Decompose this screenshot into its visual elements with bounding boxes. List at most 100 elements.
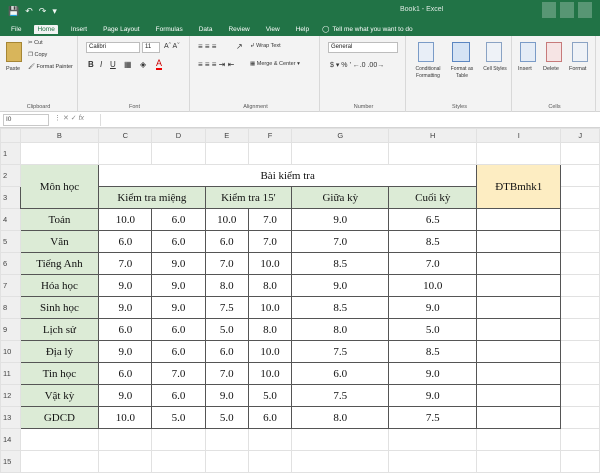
cell[interactable] — [560, 186, 600, 209]
row-header-15[interactable]: 15 — [0, 450, 21, 473]
cell[interactable] — [247, 142, 293, 165]
cell-styles-icon[interactable] — [486, 42, 502, 62]
col-header-e[interactable]: E — [204, 128, 249, 143]
merge-center-button[interactable]: ▦ Merge & Center ▾ — [250, 61, 300, 67]
copy-button[interactable]: ❐ Copy — [28, 52, 47, 58]
name-box[interactable]: I0 — [3, 114, 49, 126]
format-painter-button[interactable]: 🖌 Format Painter — [28, 64, 73, 70]
tab-page-layout[interactable]: Page Layout — [100, 25, 143, 34]
cell[interactable] — [560, 340, 600, 363]
avg-cell[interactable] — [476, 384, 562, 407]
avg-cell[interactable] — [476, 362, 562, 385]
score-cell[interactable]: 5.0 — [204, 406, 249, 429]
avg-cell[interactable] — [476, 296, 562, 319]
col-header-c[interactable]: C — [98, 128, 153, 143]
score-cell[interactable]: 10.0 — [247, 340, 293, 363]
col-header-j[interactable]: J — [560, 128, 600, 143]
score-cell[interactable]: 8.0 — [291, 318, 390, 341]
header-test-cell[interactable]: Bài kiểm tra — [98, 164, 478, 187]
font-size-select[interactable]: 11 — [142, 42, 160, 53]
score-cell[interactable]: 6.0 — [151, 384, 206, 407]
score-cell[interactable]: 6.0 — [204, 340, 249, 363]
tab-help[interactable]: Help — [293, 25, 312, 34]
customize-icon[interactable]: ▾ — [52, 6, 57, 17]
score-cell[interactable]: 10.0 — [388, 274, 478, 297]
score-cell[interactable]: 6.5 — [388, 208, 478, 231]
cell[interactable] — [476, 142, 562, 165]
cell[interactable] — [291, 142, 390, 165]
undo-icon[interactable]: ↶ — [25, 6, 33, 17]
ribbon-display-icon[interactable] — [542, 2, 556, 18]
row-header-1[interactable]: 1 — [0, 142, 21, 165]
header-mid-cell[interactable]: Giữa kỳ — [291, 186, 390, 209]
score-cell[interactable]: 7.0 — [151, 362, 206, 385]
avg-cell[interactable] — [476, 274, 562, 297]
cell[interactable] — [151, 142, 206, 165]
cell[interactable] — [476, 450, 562, 473]
subject-cell[interactable]: Tin học — [19, 362, 100, 385]
subject-cell[interactable]: Văn — [19, 230, 100, 253]
minimize-icon[interactable] — [560, 2, 574, 18]
header-final-cell[interactable]: Cuối kỳ — [388, 186, 478, 209]
cell[interactable] — [19, 450, 100, 473]
fill-color-icon[interactable]: ◈ — [140, 60, 146, 69]
score-cell[interactable]: 8.0 — [291, 406, 390, 429]
cell[interactable] — [98, 450, 153, 473]
cell[interactable] — [388, 428, 478, 451]
row-header-3[interactable]: 3 — [0, 186, 21, 209]
cell[interactable] — [204, 142, 249, 165]
score-cell[interactable]: 7.0 — [388, 252, 478, 275]
score-cell[interactable]: 9.0 — [98, 340, 153, 363]
orientation-icon[interactable]: ↗ — [236, 42, 243, 51]
formula-input[interactable] — [100, 114, 596, 126]
score-cell[interactable]: 9.0 — [204, 384, 249, 407]
italic-icon[interactable]: I — [100, 60, 102, 69]
score-cell[interactable]: 6.0 — [204, 230, 249, 253]
score-cell[interactable]: 8.5 — [388, 230, 478, 253]
avg-cell[interactable] — [476, 318, 562, 341]
subject-cell[interactable]: Hóa học — [19, 274, 100, 297]
score-cell[interactable]: 7.5 — [388, 406, 478, 429]
tab-data[interactable]: Data — [196, 25, 216, 34]
score-cell[interactable]: 6.0 — [291, 362, 390, 385]
row-header[interactable]: 5 — [0, 230, 21, 253]
subject-cell[interactable]: Toán — [19, 208, 100, 231]
paste-icon[interactable] — [6, 42, 22, 62]
cell[interactable] — [560, 384, 600, 407]
score-cell[interactable]: 10.0 — [247, 296, 293, 319]
cell[interactable] — [476, 428, 562, 451]
score-cell[interactable]: 9.0 — [388, 362, 478, 385]
score-cell[interactable]: 8.5 — [388, 340, 478, 363]
score-cell[interactable]: 7.5 — [204, 296, 249, 319]
row-header[interactable]: 4 — [0, 208, 21, 231]
insert-button[interactable]: Insert — [518, 66, 532, 72]
score-cell[interactable]: 5.0 — [204, 318, 249, 341]
score-cell[interactable]: 7.5 — [291, 384, 390, 407]
cell[interactable] — [560, 428, 600, 451]
header-15-cell[interactable]: Kiểm tra 15' — [204, 186, 293, 209]
cell[interactable] — [98, 428, 153, 451]
cell[interactable] — [291, 428, 390, 451]
tab-insert[interactable]: Insert — [68, 25, 90, 34]
tab-file[interactable]: File — [8, 25, 24, 34]
col-header-d[interactable]: D — [151, 128, 206, 143]
cut-button[interactable]: ✂ Cut — [28, 40, 43, 46]
score-cell[interactable]: 9.0 — [98, 296, 153, 319]
cell[interactable] — [560, 296, 600, 319]
avg-cell[interactable] — [476, 406, 562, 429]
tell-me-search[interactable]: ◯ Tell me what you want to do — [322, 25, 413, 34]
col-header-h[interactable]: H — [388, 128, 478, 143]
bold-icon[interactable]: B — [88, 60, 94, 69]
row-header[interactable]: 12 — [0, 384, 21, 407]
avg-cell[interactable] — [476, 340, 562, 363]
paste-button[interactable]: Paste — [6, 66, 20, 72]
score-cell[interactable]: 6.0 — [98, 230, 153, 253]
cell[interactable] — [204, 428, 249, 451]
score-cell[interactable]: 8.5 — [291, 296, 390, 319]
row-header-2[interactable]: 2 — [0, 164, 21, 187]
score-cell[interactable]: 8.5 — [291, 252, 390, 275]
row-header[interactable]: 6 — [0, 252, 21, 275]
score-cell[interactable]: 7.5 — [291, 340, 390, 363]
cell[interactable] — [247, 450, 293, 473]
cell[interactable] — [151, 450, 206, 473]
